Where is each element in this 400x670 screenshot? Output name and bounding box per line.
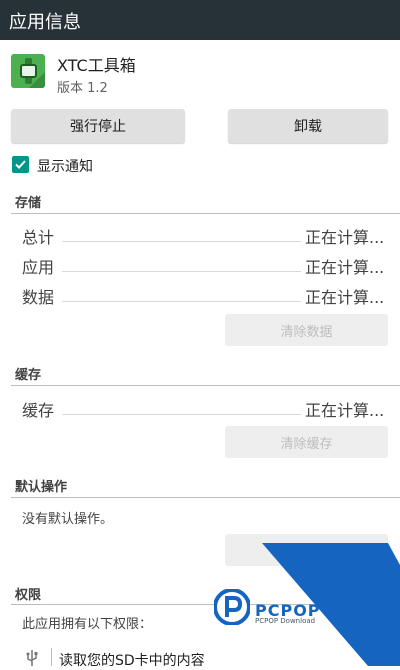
storage-app-value: 正在计算... xyxy=(305,258,385,277)
storage-total-value: 正在计算... xyxy=(305,228,385,247)
title-bar: 应用信息 xyxy=(0,0,400,40)
storage-app-label: 应用 xyxy=(22,258,55,277)
uninstall-button[interactable]: 卸载 xyxy=(228,109,388,143)
storage-total-label: 总计 xyxy=(22,228,55,247)
defaults-section-title: 默认操作 xyxy=(15,480,68,495)
leader-line xyxy=(62,271,301,272)
leader-line xyxy=(62,301,301,302)
usb-icon xyxy=(26,650,38,666)
defaults-divider xyxy=(11,497,400,498)
leader-line xyxy=(62,414,301,415)
storage-data-value: 正在计算... xyxy=(305,288,385,307)
storage-divider xyxy=(11,213,400,214)
show-notifications-label: 显示通知 xyxy=(37,159,93,175)
cache-size-value: 正在计算... xyxy=(305,401,385,420)
clear-data-button[interactable]: 清除数据 xyxy=(225,314,388,346)
leader-line xyxy=(62,241,301,242)
show-notifications-checkbox[interactable] xyxy=(12,156,29,173)
checkmark-icon xyxy=(15,160,26,169)
cache-size-label: 缓存 xyxy=(22,401,55,420)
permissions-section-title: 权限 xyxy=(15,588,42,603)
permissions-intro: 此应用拥有以下权限： xyxy=(22,617,153,632)
permission-item[interactable]: 读取您的SD卡中的内容 xyxy=(59,650,205,670)
pcpop-logo-icon xyxy=(214,589,250,625)
app-icon xyxy=(11,54,45,88)
page-title: 应用信息 xyxy=(9,12,81,33)
storage-section-title: 存储 xyxy=(15,196,42,211)
app-version: 版本 1.2 xyxy=(57,81,108,96)
cache-divider xyxy=(11,385,400,386)
app-name: XTC工具箱 xyxy=(57,56,136,75)
clear-cache-button[interactable]: 清除缓存 xyxy=(225,426,388,458)
cache-section-title: 缓存 xyxy=(15,368,42,383)
no-defaults-text: 没有默认操作。 xyxy=(22,512,114,527)
permission-divider xyxy=(51,648,52,666)
force-stop-button[interactable]: 强行停止 xyxy=(11,109,185,143)
storage-data-label: 数据 xyxy=(22,288,55,307)
watermark-subtitle: PCPOP Download xyxy=(255,617,316,625)
